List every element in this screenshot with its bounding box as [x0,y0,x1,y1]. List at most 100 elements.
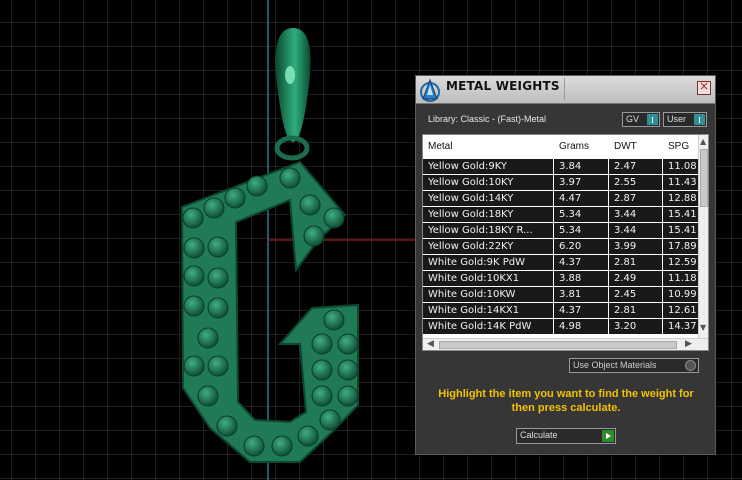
dwt-cell: 2.81 [609,255,662,270]
metal-cell: Yellow Gold:18KY R... [423,223,553,238]
table-row[interactable]: White Gold:14K PdW 4.98 3.20 14.37 [423,319,698,335]
spg-cell: 15.41 [663,207,698,222]
spg-cell: 11.43 [663,175,698,190]
pendant-bead [197,385,219,407]
pendant-bead [207,297,229,319]
grams-cell: 3.88 [554,271,608,286]
pendant-bead [216,415,238,437]
table-row[interactable]: Yellow Gold:10KY 3.97 2.55 11.43 [423,175,698,191]
pendant-bead [182,207,204,229]
panel-titlebar[interactable]: METAL WEIGHTS × [416,76,715,104]
pendant-bead [337,359,359,381]
pendant-bead [311,333,333,355]
scroll-right-arrow-icon[interactable]: ▶ [685,339,692,349]
pendant-bead [337,333,359,355]
grams-cell: 6.20 [554,239,608,254]
scroll-left-arrow-icon[interactable]: ◀ [427,339,434,349]
bail-highlight [285,66,295,84]
table-row[interactable]: Yellow Gold:22KY 6.20 3.99 17.89 [423,239,698,255]
column-header-grams[interactable]: Grams [554,135,608,159]
vertical-scroll-thumb[interactable] [700,149,708,207]
metal-weights-panel: METAL WEIGHTS × Library: Classic - (Fast… [415,75,716,455]
spg-cell: 17.89 [663,239,698,254]
dwt-cell: 3.44 [609,207,662,222]
dwt-cell: 2.55 [609,175,662,190]
spg-cell: 11.18 [663,271,698,286]
close-button[interactable]: × [697,79,711,95]
grams-cell: 4.98 [554,319,608,334]
use-object-materials-label: Use Object Materials [573,360,657,370]
pendant-bead [183,355,205,377]
calculate-button[interactable]: Calculate [516,428,616,444]
spg-cell: 10.99 [663,287,698,302]
pendant-bead [279,167,301,189]
metal-cell: Yellow Gold:9KY [423,159,553,174]
pendant-bead [183,265,205,287]
vertical-scrollbar[interactable]: ▲ ▼ [698,135,708,338]
scroll-down-arrow-icon[interactable]: ▼ [700,323,706,332]
dwt-cell: 3.20 [609,319,662,334]
pendant-bead [203,197,225,219]
panel-title: METAL WEIGHTS [446,79,560,93]
grams-cell: 3.84 [554,159,608,174]
titlebar-divider [564,78,565,100]
grams-cell: 5.34 [554,207,608,222]
grams-cell: 3.81 [554,287,608,302]
pendant-bead [337,385,359,407]
dwt-cell: 3.44 [609,223,662,238]
grams-cell: 3.97 [554,175,608,190]
table-row[interactable]: White Gold:10KW 3.81 2.45 10.99 [423,287,698,303]
metal-cell: White Gold:10KW [423,287,553,302]
pendant-bead [323,207,345,229]
dwt-cell: 2.45 [609,287,662,302]
pendant-bead [297,425,319,447]
metal-cell: White Gold:9K PdW [423,255,553,270]
metal-weights-table[interactable]: Metal Grams DWT SPG Yellow Gold:9KY 3.84 2… [422,134,709,351]
grams-cell: 4.37 [554,303,608,318]
table-row[interactable]: White Gold:14KX1 4.37 2.81 12.61 [423,303,698,319]
pendant-bead [311,359,333,381]
use-object-materials-toggle[interactable]: Use Object Materials [569,358,699,373]
library-label: Library: Classic - (Fast)-Metal [428,114,547,124]
scroll-up-arrow-icon[interactable]: ▲ [700,137,706,146]
user-toggle[interactable]: User [663,112,707,127]
column-header-metal[interactable]: Metal [423,135,553,159]
metal-cell: White Gold:14K PdW [423,319,553,334]
table-row[interactable]: White Gold:9K PdW 4.37 2.81 12.59 [423,255,698,271]
table-row[interactable]: Yellow Gold:14KY 4.47 2.87 12.88 [423,191,698,207]
table-row[interactable]: White Gold:10KX1 3.88 2.49 11.18 [423,271,698,287]
table-row[interactable]: Yellow Gold:18KY R... 5.34 3.44 15.41 [423,223,698,239]
dwt-cell: 2.49 [609,271,662,286]
pendant-bead [197,327,219,349]
spg-cell: 14.37 [663,319,698,334]
pendant-bead [183,295,205,317]
column-header-spg[interactable]: SPG [663,135,698,159]
metal-cell: White Gold:14KX1 [423,303,553,318]
matrix-logo-icon [420,78,440,102]
spg-cell: 12.88 [663,191,698,206]
spg-cell: 12.59 [663,255,698,270]
close-icon: × [698,79,710,93]
table-row[interactable]: Yellow Gold:9KY 3.84 2.47 11.08 [423,159,698,175]
spg-cell: 11.08 [663,159,698,174]
gv-toggle[interactable]: GV [622,112,660,127]
grams-cell: 5.34 [554,223,608,238]
metal-cell: Yellow Gold:14KY [423,191,553,206]
pendant-bead [207,267,229,289]
metal-cell: White Gold:10KX1 [423,271,553,286]
table-row[interactable]: Yellow Gold:18KY 5.34 3.44 15.41 [423,207,698,223]
horizontal-scroll-thumb[interactable] [439,341,677,349]
dwt-cell: 2.81 [609,303,662,318]
pendant-bead [207,236,229,258]
spg-cell: 15.41 [663,223,698,238]
gv-toggle-label: GV [626,114,640,124]
grams-cell: 4.37 [554,255,608,270]
pendant-bead [243,435,265,457]
radio-indicator-icon [685,360,696,371]
pendant-bead [183,237,205,259]
play-arrow-icon [602,430,614,442]
pendant-bead [246,175,268,197]
pendant-bead [311,385,333,407]
column-header-dwt[interactable]: DWT [609,135,662,159]
horizontal-scrollbar[interactable]: ◀ ▶ [423,338,708,350]
